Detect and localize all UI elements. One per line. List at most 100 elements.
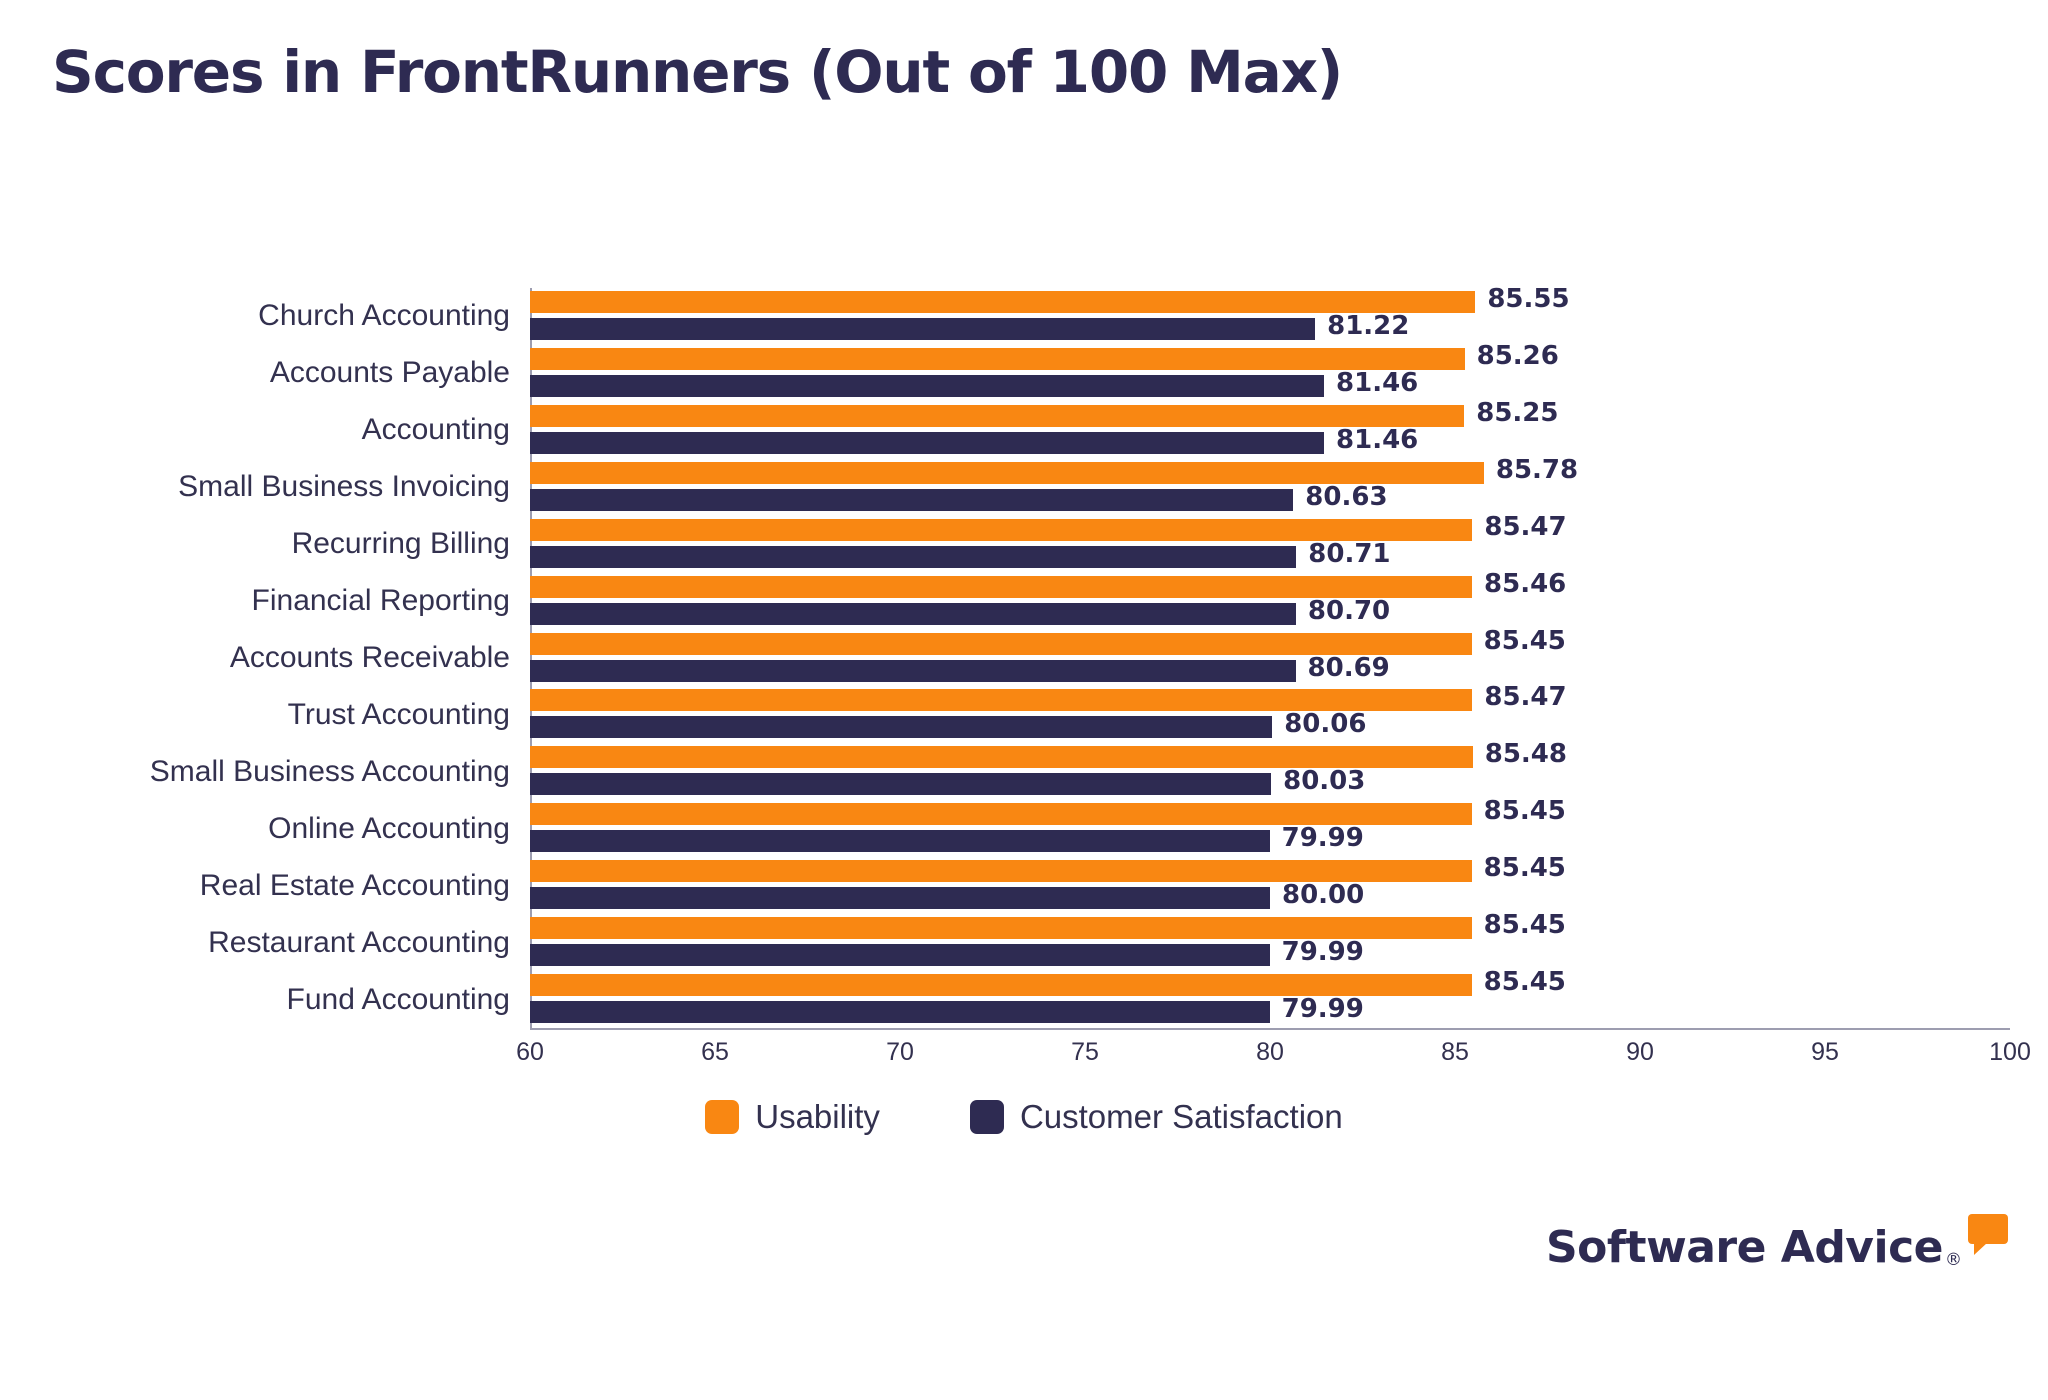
bar-satisfaction[interactable]	[530, 1001, 1270, 1024]
bar-usability[interactable]	[530, 917, 1472, 940]
bar-value-label: 85.47	[1484, 511, 1567, 542]
category-label-text: Online Accounting	[268, 811, 510, 845]
x-axis-tick-label: 95	[1811, 1038, 1839, 1066]
bar-value-label: 81.46	[1336, 367, 1419, 398]
bar-value-label: 85.45	[1483, 910, 1566, 941]
legend-label-usability: Usability	[755, 1098, 880, 1135]
category-label-text: Restaurant Accounting	[208, 925, 510, 959]
bar-group: 85.25 81.46	[530, 400, 2010, 459]
bar-group: 85.26 81.46	[530, 340, 2010, 402]
x-axis-tick-label: 60	[516, 1038, 544, 1066]
bar-usability[interactable]	[530, 347, 1465, 370]
bar-usability[interactable]	[530, 518, 1473, 541]
bar-satisfaction[interactable]	[530, 944, 1270, 967]
registered-trademark-icon: ®	[1945, 1250, 1962, 1270]
chart-container: Scores in FrontRunners (Out of 100 Max) …	[0, 0, 2048, 1400]
bar-satisfaction[interactable]	[530, 431, 1325, 454]
bar-value-label: 80.69	[1307, 652, 1390, 683]
bar-satisfaction[interactable]	[530, 887, 1270, 910]
bar-satisfaction[interactable]	[530, 773, 1272, 796]
bar-satisfaction[interactable]	[530, 602, 1296, 625]
y-axis-category-label: Church Accounting	[60, 288, 510, 345]
bar-satisfaction[interactable]	[530, 318, 1316, 340]
bar-value-label: 85.78	[1495, 454, 1579, 485]
bar-value-label: 80.71	[1308, 538, 1391, 569]
bar-value-label: 80.70	[1307, 595, 1391, 626]
bar-usability[interactable]	[530, 746, 1473, 769]
bar-usability[interactable]	[530, 404, 1465, 427]
page-title: Scores in FrontRunners (Out of 100 Max)	[52, 38, 1343, 106]
bar-usability[interactable]	[530, 860, 1472, 883]
bar-group: 85.78 80.63	[530, 454, 2010, 516]
x-axis-tick-label: 80	[1256, 1038, 1284, 1066]
category-label-text: Small Business Invoicing	[178, 470, 510, 504]
bar-group: 85.45 79.99	[530, 798, 2010, 857]
bar-group: 85.47 80.71	[530, 511, 2010, 573]
bar-satisfaction[interactable]	[530, 716, 1273, 739]
category-label-text: Church Accounting	[258, 299, 510, 333]
x-axis-line	[530, 1028, 2010, 1030]
bar-value-label: 79.99	[1281, 823, 1364, 854]
category-label-text: Trust Accounting	[287, 697, 510, 731]
x-axis-tick-label: 85	[1441, 1038, 1469, 1066]
bar-value-label: 85.45	[1483, 967, 1566, 998]
bar-value-label: 80.00	[1282, 880, 1365, 911]
category-label-text: Financial Reporting	[251, 584, 510, 618]
bar-group: 85.45 79.99	[530, 967, 2010, 1028]
bar-group: 85.55 81.22	[530, 286, 2010, 345]
bar-usability[interactable]	[530, 689, 1473, 712]
y-axis-category-label: Accounting	[60, 402, 510, 459]
bar-value-label: 85.26	[1476, 340, 1559, 371]
x-axis-tick-label: 100	[1989, 1038, 2031, 1066]
bar-satisfaction[interactable]	[530, 830, 1270, 853]
bar-group: 85.46 80.70	[530, 568, 2010, 630]
bar-value-label: 85.46	[1484, 568, 1567, 599]
bar-satisfaction[interactable]	[530, 488, 1294, 511]
y-axis-category-label: Small Business Invoicing	[60, 459, 510, 516]
bar-value-label: 85.48	[1484, 739, 1567, 770]
bar-satisfaction[interactable]	[530, 374, 1325, 397]
bar-usability[interactable]	[530, 974, 1472, 997]
bar-value-label: 80.03	[1283, 766, 1366, 797]
bar-satisfaction[interactable]	[530, 545, 1297, 568]
y-axis-category-label: Restaurant Accounting	[60, 914, 510, 971]
category-label-text: Fund Accounting	[286, 982, 511, 1016]
bar-usability[interactable]	[530, 461, 1484, 484]
y-axis-category-labels: Church Accounting Accounts Payable Account…	[60, 288, 510, 1028]
x-axis-tick-label: 70	[886, 1038, 914, 1066]
bar-value-label: 81.46	[1336, 424, 1419, 455]
bar-group: 85.47 80.06	[530, 682, 2010, 743]
bar-value-label: 80.06	[1284, 709, 1367, 740]
bar-value-label: 85.47	[1484, 682, 1567, 713]
bar-usability[interactable]	[530, 632, 1472, 655]
speech-bubble-icon	[1968, 1214, 2008, 1255]
legend-item-usability[interactable]: Usability	[705, 1098, 880, 1136]
bar-value-label: 81.22	[1327, 311, 1410, 341]
bar-usability[interactable]	[530, 291, 1476, 313]
bar-group: 85.45 80.00	[530, 853, 2010, 914]
software-advice-logo: Software Advice ®	[1546, 1212, 2008, 1270]
y-axis-category-label: Recurring Billing	[60, 516, 510, 573]
bar-group: 85.48 80.03	[530, 739, 2010, 800]
bar-usability[interactable]	[530, 575, 1473, 598]
category-label-text: Small Business Accounting	[149, 754, 510, 788]
x-axis-tick-labels: 60 65 70 75 80 85 90 95 100	[516, 1038, 2031, 1078]
y-axis-category-label: Small Business Accounting	[60, 743, 510, 800]
y-axis-category-label: Fund Accounting	[60, 971, 511, 1028]
bar-value-label: 85.45	[1483, 853, 1566, 884]
y-axis-category-label: Accounts Payable	[60, 345, 510, 402]
x-axis-tick-label: 90	[1626, 1038, 1654, 1066]
plot-area: 85.55 81.22 85.26 81.46 85.25 81.46 85.78 80.63…	[530, 286, 2010, 1030]
legend-item-customer-satisfaction[interactable]: Customer Satisfaction	[969, 1098, 1343, 1136]
y-axis-category-label: Real Estate Accounting	[60, 857, 510, 914]
bar-usability[interactable]	[530, 803, 1472, 826]
chart-legend: Usability Customer Satisfaction	[0, 1098, 2048, 1136]
y-axis-category-label: Trust Accounting	[60, 686, 510, 743]
bar-satisfaction[interactable]	[530, 659, 1296, 682]
logo-wordmark: Software Advice	[1545, 1222, 1944, 1273]
category-label-text: Accounts Payable	[269, 356, 510, 390]
legend-swatch-customer-satisfaction	[969, 1100, 1004, 1134]
x-axis-tick-label: 75	[1071, 1038, 1099, 1066]
category-label-text: Accounts Receivable	[229, 640, 510, 674]
legend-label-customer-satisfaction: Customer Satisfaction	[1019, 1098, 1343, 1135]
